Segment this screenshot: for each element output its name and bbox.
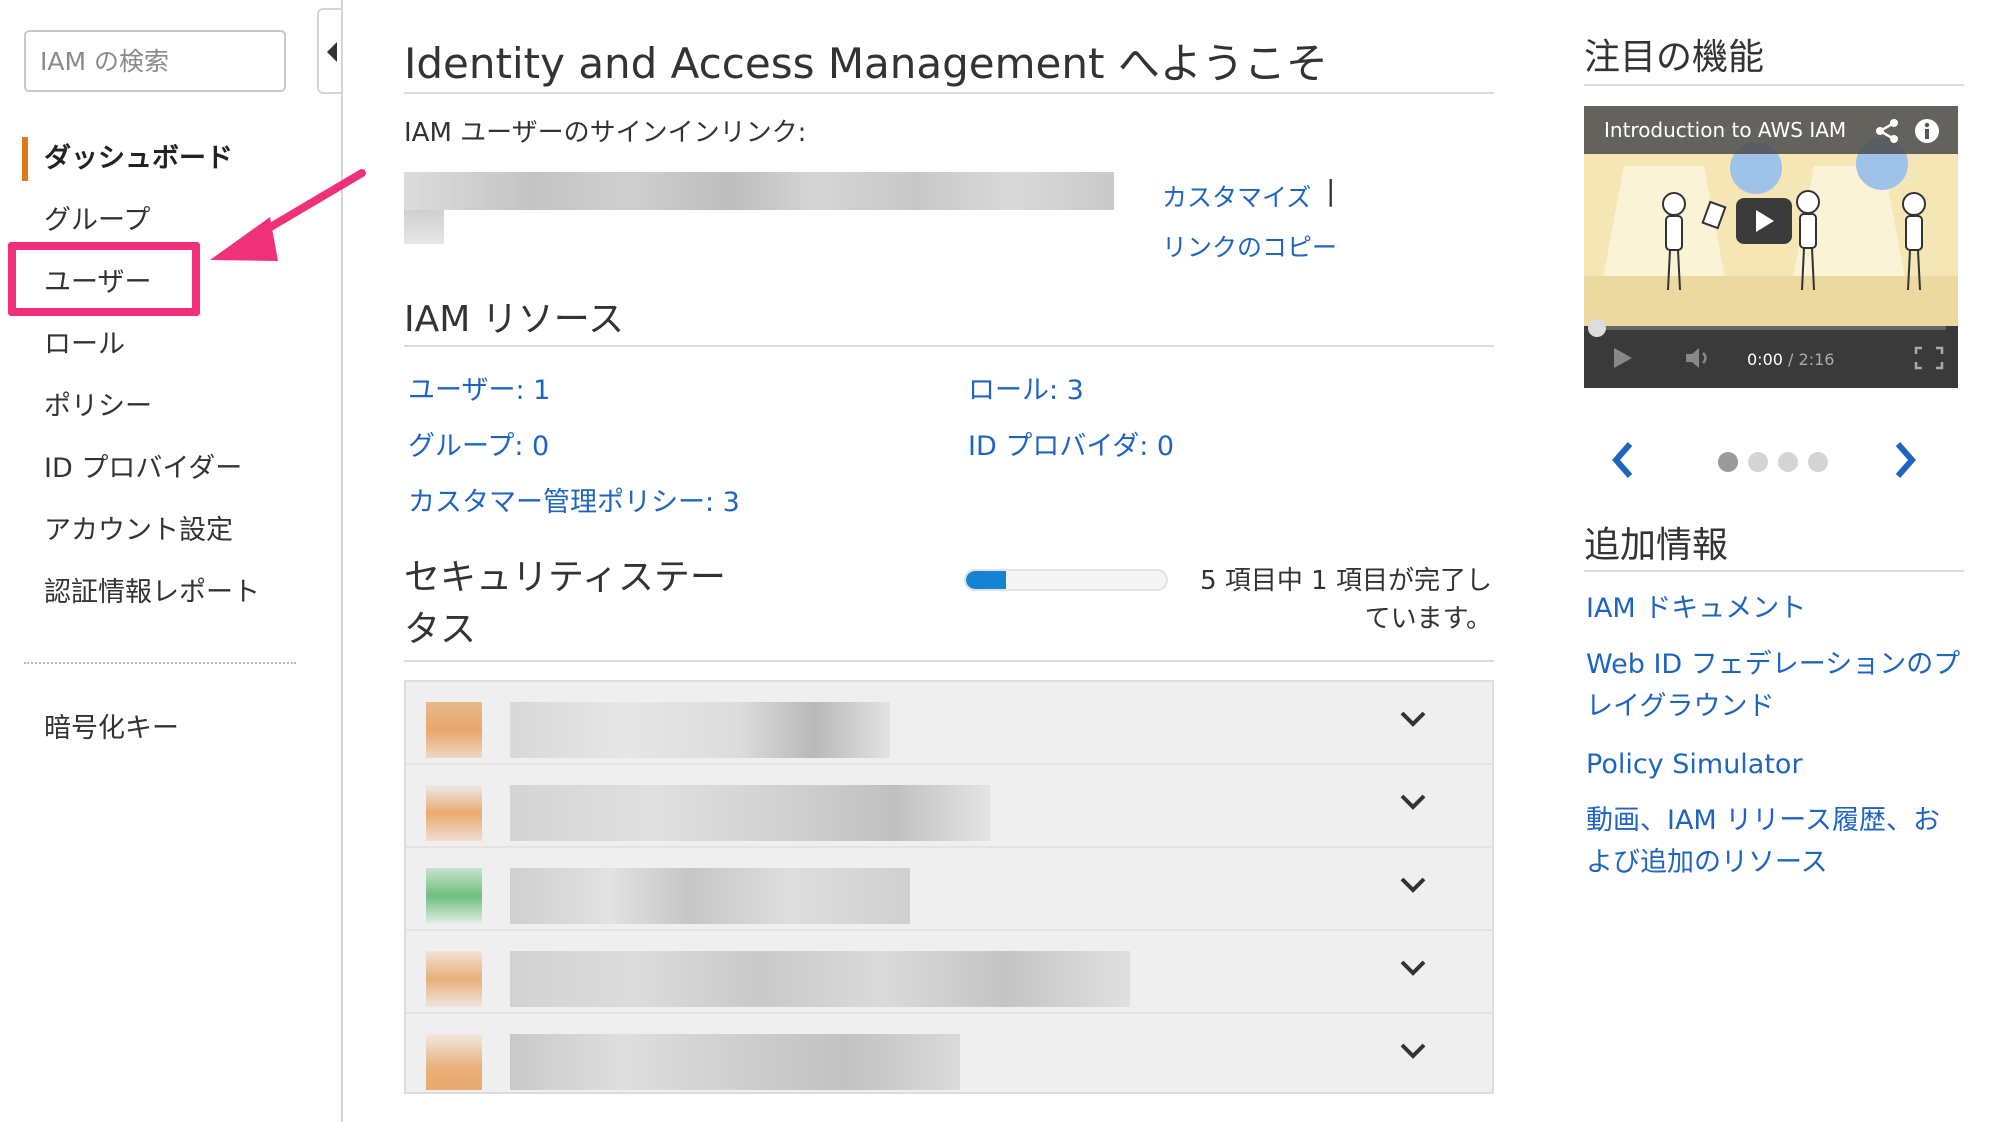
sidebar-item-roles[interactable]: ロール bbox=[44, 322, 125, 361]
active-nav-indicator bbox=[22, 137, 28, 181]
sidebar-separator bbox=[24, 662, 296, 664]
collapse-left-icon bbox=[327, 42, 337, 62]
sidebar-item-identity-providers[interactable]: ID プロバイダー bbox=[44, 446, 242, 485]
carousel-dots bbox=[1718, 452, 1838, 472]
carousel-dot[interactable] bbox=[1718, 452, 1738, 472]
video-topbar: Introduction to AWS IAM bbox=[1584, 106, 1958, 154]
more-info-divider bbox=[1584, 570, 1964, 572]
security-checklist-row[interactable] bbox=[406, 682, 1492, 765]
copy-link[interactable]: リンクのコピー bbox=[1162, 228, 1337, 264]
info-icon[interactable] bbox=[1914, 118, 1940, 144]
sidebar-item-groups[interactable]: グループ bbox=[44, 198, 150, 237]
resource-groups-link[interactable]: グループ: 0 bbox=[408, 424, 549, 463]
item-text-redacted bbox=[510, 702, 890, 758]
chevron-down-icon[interactable] bbox=[1398, 787, 1428, 817]
signin-link-label: IAM ユーザーのサインインリンク: bbox=[404, 118, 807, 148]
status-icon bbox=[426, 785, 482, 841]
fullscreen-icon[interactable] bbox=[1914, 346, 1944, 370]
resource-policies-link[interactable]: カスタマー管理ポリシー: 3 bbox=[408, 480, 740, 519]
item-text-redacted bbox=[510, 868, 910, 924]
resources-title: IAM リソース bbox=[404, 299, 624, 340]
status-icon bbox=[426, 1034, 482, 1090]
status-icon bbox=[426, 868, 482, 924]
play-icon[interactable] bbox=[1612, 346, 1634, 370]
resources-divider bbox=[404, 345, 1494, 347]
sidebar-item-policies[interactable]: ポリシー bbox=[44, 384, 152, 423]
more-info-title: 追加情報 bbox=[1584, 525, 1729, 566]
videos-release-history-link[interactable]: 動画、IAM リリース履歴、および追加のリソース bbox=[1586, 800, 1966, 884]
carousel-next-icon[interactable] bbox=[1890, 440, 1920, 480]
search-input[interactable] bbox=[26, 32, 284, 90]
annotation-highlight-box bbox=[8, 242, 200, 316]
page-title: Identity and Access Management へようこそ bbox=[404, 39, 1328, 88]
sidebar-collapse-button[interactable] bbox=[317, 8, 343, 94]
item-text-redacted bbox=[510, 785, 990, 841]
search-box[interactable] bbox=[24, 30, 286, 92]
carousel-dot[interactable] bbox=[1748, 452, 1768, 472]
featured-divider bbox=[1584, 84, 1964, 86]
security-checklist-row[interactable] bbox=[406, 765, 1492, 848]
item-text-redacted bbox=[510, 951, 1130, 1007]
chevron-down-icon[interactable] bbox=[1398, 1036, 1428, 1066]
annotation-arrow-icon bbox=[210, 169, 366, 261]
link-separator: | bbox=[1326, 174, 1336, 207]
sidebar-item-account-settings[interactable]: アカウント設定 bbox=[44, 508, 233, 547]
resource-users-link[interactable]: ユーザー: 1 bbox=[408, 368, 550, 407]
security-status-title: セキュリティステータス bbox=[404, 557, 726, 650]
signin-url-redacted bbox=[404, 172, 1134, 244]
video-title: Introduction to AWS IAM bbox=[1604, 118, 1847, 142]
video-progress-track[interactable] bbox=[1596, 326, 1946, 330]
security-progress-fill bbox=[966, 571, 1006, 589]
security-checklist-row[interactable] bbox=[406, 1014, 1492, 1097]
chevron-down-icon[interactable] bbox=[1398, 953, 1428, 983]
sidebar-item-encryption-keys[interactable]: 暗号化キー bbox=[44, 706, 179, 745]
chevron-down-icon[interactable] bbox=[1398, 870, 1428, 900]
video-controls: 0:00 / 2:16 bbox=[1584, 319, 1958, 388]
status-icon bbox=[426, 951, 482, 1007]
security-checklist bbox=[404, 680, 1494, 1094]
iam-docs-link[interactable]: IAM ドキュメント bbox=[1586, 588, 1966, 630]
resource-roles-link[interactable]: ロール: 3 bbox=[968, 368, 1084, 407]
status-icon bbox=[426, 702, 482, 758]
security-divider bbox=[404, 660, 1494, 662]
featured-title: 注目の機能 bbox=[1584, 37, 1765, 78]
resource-idp-link[interactable]: ID プロバイダ: 0 bbox=[968, 424, 1174, 463]
security-checklist-row[interactable] bbox=[406, 931, 1492, 1014]
chevron-down-icon[interactable] bbox=[1398, 704, 1428, 734]
sidebar-item-credential-report[interactable]: 認証情報レポート bbox=[44, 570, 260, 609]
policy-simulator-link[interactable]: Policy Simulator bbox=[1586, 744, 1966, 786]
web-id-federation-playground-link[interactable]: Web ID フェデレーションのプレイグラウンド bbox=[1586, 644, 1966, 728]
volume-icon[interactable] bbox=[1684, 346, 1714, 370]
video-player[interactable]: Introduction to AWS IAM 0:00 / 2:16 bbox=[1584, 106, 1958, 388]
item-text-redacted bbox=[510, 1034, 960, 1090]
carousel-dot[interactable] bbox=[1808, 452, 1828, 472]
carousel-dot[interactable] bbox=[1778, 452, 1798, 472]
share-icon[interactable] bbox=[1874, 118, 1900, 144]
video-time: 0:00 / 2:16 bbox=[1747, 350, 1835, 369]
security-progress-text: 5 項目中 1 項目が完了しています。 bbox=[1200, 566, 1492, 634]
video-scrubber-handle[interactable] bbox=[1588, 319, 1606, 337]
security-progress-bar bbox=[964, 569, 1168, 591]
title-divider bbox=[404, 92, 1494, 94]
carousel-prev-icon[interactable] bbox=[1608, 440, 1638, 480]
security-checklist-row[interactable] bbox=[406, 848, 1492, 931]
customize-link[interactable]: カスタマイズ bbox=[1162, 178, 1311, 214]
